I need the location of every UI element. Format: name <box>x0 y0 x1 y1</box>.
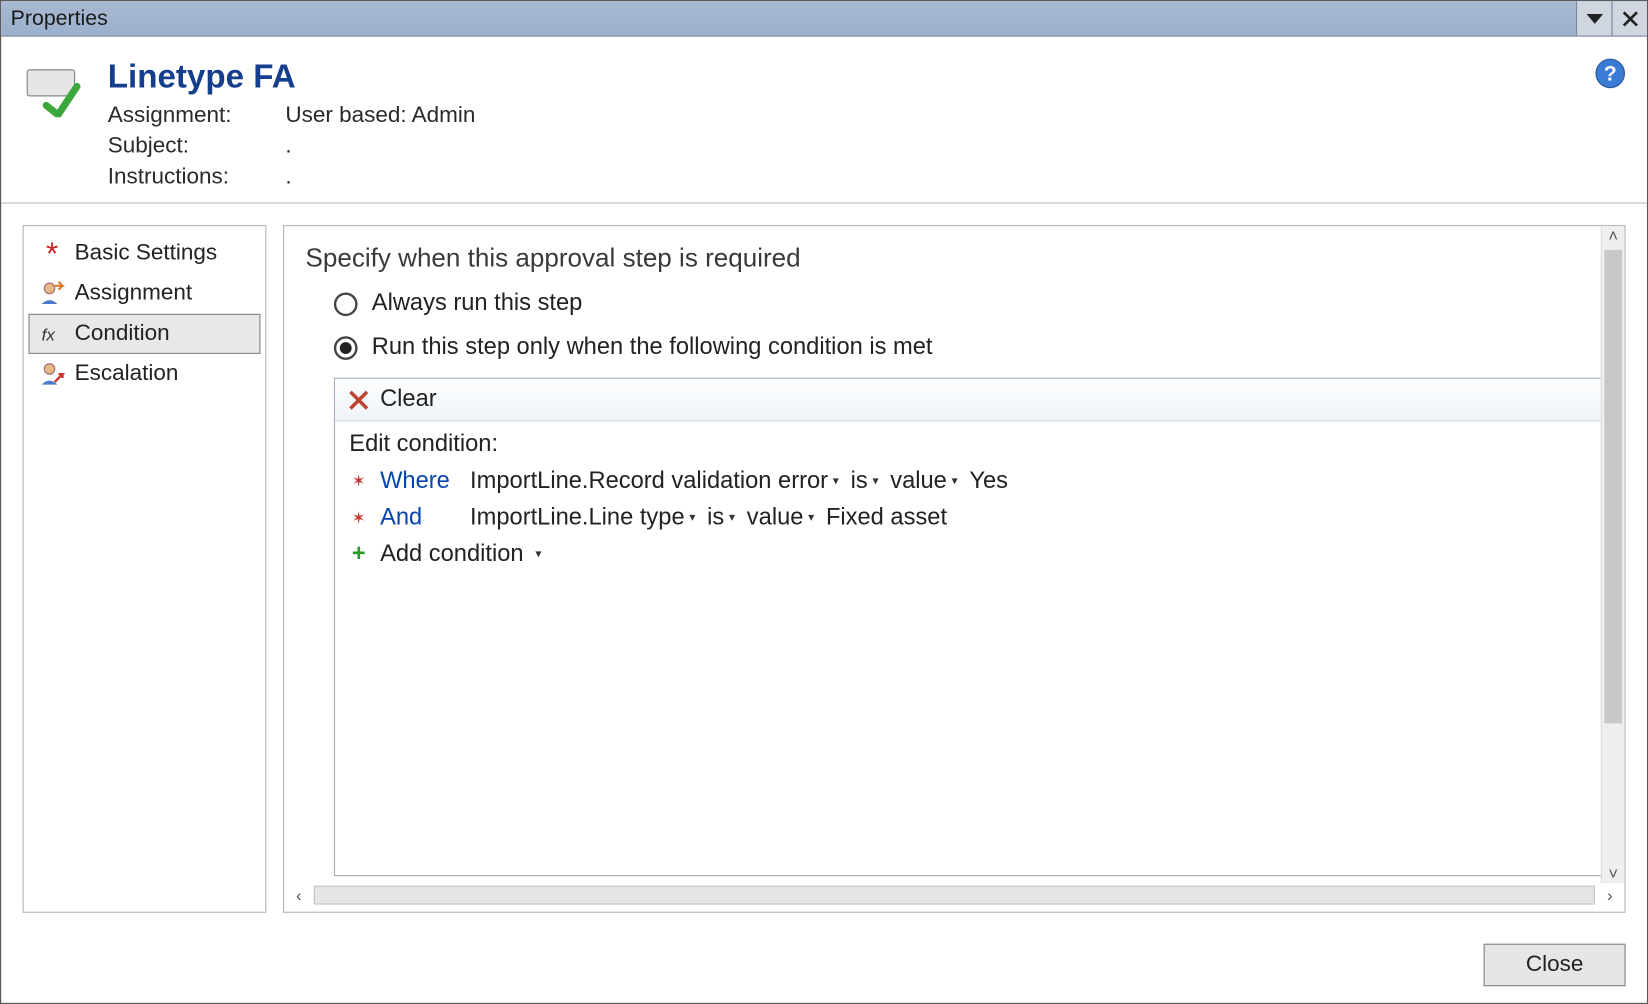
radio-label: Always run this step <box>372 290 583 317</box>
delete-row-icon[interactable]: ✶ <box>349 471 368 491</box>
content-area: * Basic Settings Assignment fx C <box>1 204 1647 935</box>
sidebar-item-label: Condition <box>75 321 170 347</box>
condition-value-kw[interactable]: value▾ <box>890 468 957 495</box>
chevron-down-icon: ▾ <box>535 548 541 561</box>
svg-text:?: ? <box>1604 62 1617 86</box>
radio-label: Run this step only when the following co… <box>372 334 933 361</box>
section-heading: Specify when this approval step is requi… <box>305 243 1603 274</box>
properties-window: Properties Linetype FA Assignment: <box>0 0 1648 1004</box>
edit-condition-label: Edit condition: <box>349 431 1587 458</box>
assignment-value: User based: Admin <box>285 103 1623 129</box>
add-condition-button[interactable]: + Add condition ▾ <box>349 541 1587 568</box>
subject-label: Subject: <box>108 134 286 160</box>
horizontal-scrollbar[interactable]: ‹ › <box>284 883 1624 911</box>
vertical-scrollbar[interactable]: ˄ ˅ <box>1601 226 1625 883</box>
condition-operator[interactable]: is▾ <box>851 468 879 495</box>
svg-text:fx: fx <box>42 325 56 344</box>
instructions-value: . <box>285 165 1623 191</box>
scroll-track[interactable] <box>313 886 1595 905</box>
main-panel: Specify when this approval step is requi… <box>283 225 1626 913</box>
titlebar-buttons <box>1576 1 1647 35</box>
close-window-button[interactable] <box>1611 1 1647 35</box>
sidebar-item-basic-settings[interactable]: * Basic Settings <box>28 233 260 273</box>
person-escalate-icon <box>39 361 65 387</box>
scroll-up-icon[interactable]: ˄ <box>1604 226 1623 245</box>
condition-operator[interactable]: is▾ <box>707 504 735 531</box>
asterisk-icon: * <box>39 240 65 266</box>
sidebar-item-label: Escalation <box>75 361 179 387</box>
assignment-label: Assignment: <box>108 103 286 129</box>
window-title: Properties <box>11 6 108 31</box>
radio-icon <box>334 336 358 360</box>
radio-icon <box>334 292 358 316</box>
clear-button[interactable]: Clear <box>335 379 1602 422</box>
footer: Close <box>1 934 1647 1003</box>
scroll-right-icon[interactable]: › <box>1602 886 1617 905</box>
chevron-down-icon <box>1586 10 1603 27</box>
sidebar-item-label: Assignment <box>75 281 193 307</box>
condition-value[interactable]: Fixed asset <box>826 504 947 531</box>
instructions-label: Instructions: <box>108 165 286 191</box>
clear-label: Clear <box>380 386 437 413</box>
condition-row: ✶ Where ImportLine.Record validation err… <box>349 468 1587 495</box>
person-assign-icon <box>39 281 65 307</box>
titlebar: Properties <box>1 1 1647 37</box>
condition-editor: Clear Edit condition: ✶ Where ImportLine… <box>334 378 1603 876</box>
sidebar-item-label: Basic Settings <box>75 240 218 266</box>
plus-icon: + <box>349 541 368 568</box>
header-area: Linetype FA Assignment: User based: Admi… <box>1 37 1647 204</box>
svg-text:*: * <box>46 240 58 266</box>
help-button[interactable]: ? <box>1595 58 1626 95</box>
header-text: Linetype FA Assignment: User based: Admi… <box>108 58 1624 191</box>
condition-value-kw[interactable]: value▾ <box>747 504 814 531</box>
sidebar: * Basic Settings Assignment fx C <box>22 225 266 913</box>
condition-keyword[interactable]: And <box>380 504 458 531</box>
dropdown-button[interactable] <box>1576 1 1612 35</box>
scroll-left-icon[interactable]: ‹ <box>291 886 306 905</box>
add-condition-label: Add condition <box>380 541 524 568</box>
condition-field[interactable]: ImportLine.Line type▾ <box>470 504 695 531</box>
clear-icon <box>347 388 371 412</box>
help-icon: ? <box>1595 58 1626 89</box>
radio-always[interactable]: Always run this step <box>334 290 1603 317</box>
close-icon <box>1621 10 1638 27</box>
scroll-down-icon[interactable]: ˅ <box>1604 864 1623 883</box>
close-button[interactable]: Close <box>1484 944 1626 987</box>
delete-row-icon[interactable]: ✶ <box>349 508 368 528</box>
step-icon <box>25 65 87 117</box>
condition-field[interactable]: ImportLine.Record validation error▾ <box>470 468 839 495</box>
sidebar-item-assignment[interactable]: Assignment <box>28 274 260 314</box>
fx-icon: fx <box>39 321 65 347</box>
scroll-thumb[interactable] <box>1604 250 1622 724</box>
subject-value: . <box>285 134 1623 160</box>
condition-value[interactable]: Yes <box>969 468 1008 495</box>
condition-keyword[interactable]: Where <box>380 468 458 495</box>
run-mode-radio-group: Always run this step Run this step only … <box>334 290 1603 378</box>
radio-conditional[interactable]: Run this step only when the following co… <box>334 334 1603 361</box>
sidebar-item-escalation[interactable]: Escalation <box>28 354 260 394</box>
condition-row: ✶ And ImportLine.Line type▾ is▾ value▾ <box>349 504 1587 531</box>
page-title: Linetype FA <box>108 58 1624 96</box>
sidebar-item-condition[interactable]: fx Condition <box>28 314 260 354</box>
